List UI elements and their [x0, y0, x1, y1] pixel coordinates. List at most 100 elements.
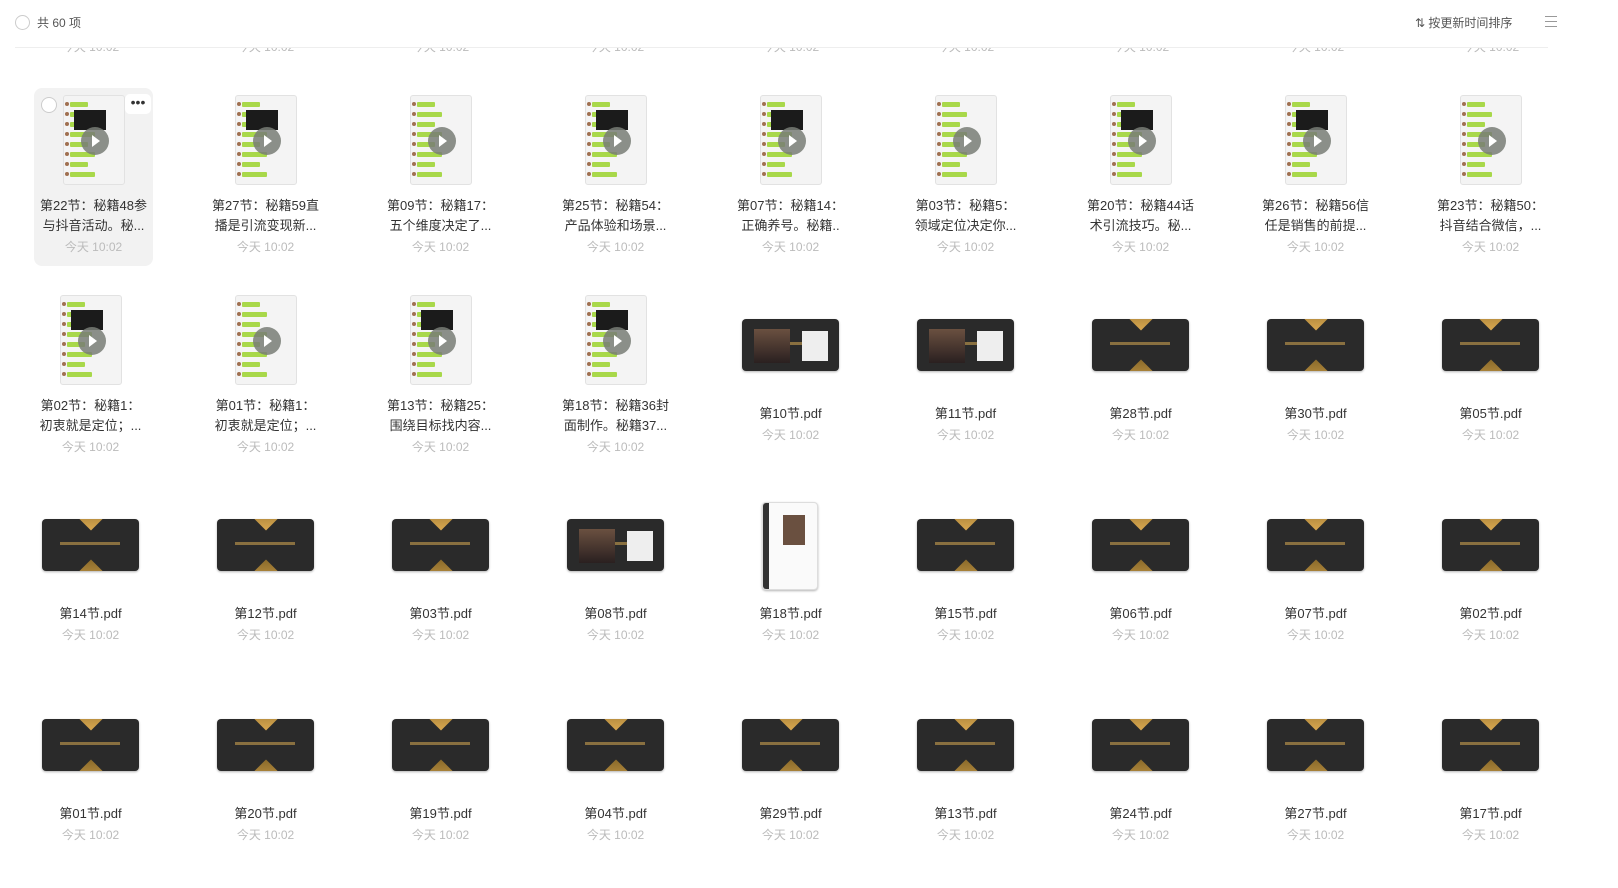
play-icon[interactable]: [78, 327, 106, 355]
file-name-line1: 第25节：秘籍54：: [562, 198, 669, 213]
play-icon[interactable]: [253, 327, 281, 355]
pdf-thumbnail[interactable]: [742, 719, 839, 771]
video-file-item[interactable]: 第03节：秘籍5： 领域定位决定你... 今天 10:02: [878, 88, 1053, 288]
play-icon[interactable]: [603, 127, 631, 155]
pdf-thumbnail[interactable]: [217, 719, 314, 771]
pdf-file-item[interactable]: 第11节.pdf 今天 10:02: [878, 288, 1053, 488]
video-thumbnail[interactable]: [1285, 95, 1347, 185]
video-file-item[interactable]: 第02节：秘籍1： 初衷就是定位；... 今天 10:02: [3, 288, 178, 488]
pdf-thumbnail[interactable]: [1442, 719, 1539, 771]
pdf-thumbnail[interactable]: [742, 319, 839, 371]
video-file-item[interactable]: 第07节：秘籍14： 正确养号。秘籍.. 今天 10:02: [703, 88, 878, 288]
modified-date: 今天 10:02: [761, 828, 820, 842]
video-thumbnail[interactable]: [760, 95, 822, 185]
video-file-item[interactable]: 第13节：秘籍25： 围绕目标找内容... 今天 10:02: [353, 288, 528, 488]
play-icon[interactable]: [953, 127, 981, 155]
video-thumbnail[interactable]: [410, 95, 472, 185]
pdf-thumbnail[interactable]: [1442, 519, 1539, 571]
list-view-icon[interactable]: [1545, 16, 1557, 27]
pdf-file-item[interactable]: 第17节.pdf 今天 10:02: [1403, 688, 1578, 888]
pdf-file-item[interactable]: 第15节.pdf 今天 10:02: [878, 488, 1053, 688]
pdf-thumbnail[interactable]: [1092, 319, 1189, 371]
video-thumbnail[interactable]: [63, 95, 125, 185]
video-file-item[interactable]: 第18节：秘籍36封 面制作。秘籍37... 今天 10:02: [528, 288, 703, 488]
pdf-thumbnail[interactable]: [392, 719, 489, 771]
video-thumbnail[interactable]: [235, 295, 297, 385]
pdf-file-item[interactable]: 第14节.pdf 今天 10:02: [3, 488, 178, 688]
pdf-thumbnail[interactable]: [917, 719, 1014, 771]
pdf-file-item[interactable]: 第01节.pdf 今天 10:02: [3, 688, 178, 888]
pdf-thumbnail[interactable]: [917, 519, 1014, 571]
pdf-thumbnail[interactable]: [42, 519, 139, 571]
file-name-line1: 第18节：秘籍36封: [562, 398, 669, 413]
pdf-file-item[interactable]: 第28节.pdf 今天 10:02: [1053, 288, 1228, 488]
video-file-item[interactable]: 第25节：秘籍54： 产品体验和场景... 今天 10:02: [528, 88, 703, 288]
pdf-file-item[interactable]: 第02节.pdf 今天 10:02: [1403, 488, 1578, 688]
play-icon[interactable]: [1478, 127, 1506, 155]
video-thumbnail[interactable]: [585, 295, 647, 385]
video-thumbnail[interactable]: [1460, 95, 1522, 185]
select-all-checkbox[interactable]: [15, 15, 30, 30]
video-thumbnail[interactable]: [60, 295, 122, 385]
video-thumbnail[interactable]: [935, 95, 997, 185]
play-icon[interactable]: [81, 127, 109, 155]
play-icon[interactable]: [428, 127, 456, 155]
pdf-file-item[interactable]: 第20节.pdf 今天 10:02: [178, 688, 353, 888]
chat-bubble: [767, 172, 792, 177]
video-file-item[interactable]: 第23节：秘籍50： 抖音结合微信，... 今天 10:02: [1403, 88, 1578, 288]
video-file-item[interactable]: 第27节：秘籍59直 播是引流变现新... 今天 10:02: [178, 88, 353, 288]
pdf-file-item[interactable]: 第30节.pdf 今天 10:02: [1228, 288, 1403, 488]
play-icon[interactable]: [253, 127, 281, 155]
sort-button[interactable]: ⇅ 按更新时间排序: [1415, 14, 1512, 31]
pdf-file-item[interactable]: 第12节.pdf 今天 10:02: [178, 488, 353, 688]
pdf-file-item[interactable]: 第06节.pdf 今天 10:02: [1053, 488, 1228, 688]
pdf-thumbnail[interactable]: [1092, 719, 1189, 771]
pdf-file-item[interactable]: 第13节.pdf 今天 10:02: [878, 688, 1053, 888]
pdf-thumbnail[interactable]: [217, 519, 314, 571]
video-thumbnail[interactable]: [1110, 95, 1172, 185]
pdf-file-item[interactable]: 第19节.pdf 今天 10:02: [353, 688, 528, 888]
pdf-file-item[interactable]: 第18节.pdf 今天 10:02: [703, 488, 878, 688]
slide-decoration: [760, 742, 820, 745]
play-icon[interactable]: [1303, 127, 1331, 155]
pdf-thumbnail[interactable]: [567, 519, 664, 571]
play-icon[interactable]: [778, 127, 806, 155]
play-icon[interactable]: [603, 327, 631, 355]
pdf-thumbnail[interactable]: [567, 719, 664, 771]
pdf-thumbnail[interactable]: [392, 519, 489, 571]
pdf-thumbnail[interactable]: [917, 319, 1014, 371]
pdf-file-item[interactable]: 第10节.pdf 今天 10:02: [703, 288, 878, 488]
modified-date: 今天 10:02: [236, 240, 295, 254]
pdf-thumbnail[interactable]: [1267, 319, 1364, 371]
select-checkbox[interactable]: [41, 97, 57, 113]
pdf-file-item[interactable]: 第08节.pdf 今天 10:02: [528, 488, 703, 688]
video-file-item[interactable]: 第20节：秘籍44话 术引流技巧。秘... 今天 10:02: [1053, 88, 1228, 288]
pdf-file-item[interactable]: 第07节.pdf 今天 10:02: [1228, 488, 1403, 688]
pdf-file-item[interactable]: 第03节.pdf 今天 10:02: [353, 488, 528, 688]
slide-decoration: [1300, 519, 1332, 531]
pdf-thumbnail[interactable]: [762, 502, 818, 590]
pdf-thumbnail[interactable]: [42, 719, 139, 771]
slide-decoration: [1460, 342, 1520, 345]
play-icon[interactable]: [1128, 127, 1156, 155]
pdf-file-item[interactable]: 第05节.pdf 今天 10:02: [1403, 288, 1578, 488]
modified-date: 今天 10:02: [1286, 240, 1345, 254]
pdf-thumbnail[interactable]: [1092, 519, 1189, 571]
pdf-thumbnail[interactable]: [1267, 519, 1364, 571]
more-options-icon[interactable]: •••: [125, 94, 151, 114]
video-file-item[interactable]: 第26节：秘籍56信 任是销售的前提... 今天 10:02: [1228, 88, 1403, 288]
video-file-item[interactable]: 第22节：秘籍48参 与抖音活动。秘... 今天 10:02 •••: [34, 88, 153, 266]
pdf-file-item[interactable]: 第27节.pdf 今天 10:02: [1228, 688, 1403, 888]
pdf-thumbnail[interactable]: [1442, 319, 1539, 371]
video-file-item[interactable]: 第09节：秘籍17： 五个维度决定了... 今天 10:02: [353, 88, 528, 288]
pdf-thumbnail[interactable]: [1267, 719, 1364, 771]
play-icon[interactable]: [428, 327, 456, 355]
pdf-file-item[interactable]: 第29节.pdf 今天 10:02: [703, 688, 878, 888]
pdf-file-item[interactable]: 第24节.pdf 今天 10:02: [1053, 688, 1228, 888]
video-thumbnail[interactable]: [235, 95, 297, 185]
video-file-item[interactable]: 第01节：秘籍1： 初衷就是定位；... 今天 10:02: [178, 288, 353, 488]
video-thumbnail[interactable]: [410, 295, 472, 385]
pdf-file-item[interactable]: 第04节.pdf 今天 10:02: [528, 688, 703, 888]
avatar: [587, 122, 591, 126]
video-thumbnail[interactable]: [585, 95, 647, 185]
